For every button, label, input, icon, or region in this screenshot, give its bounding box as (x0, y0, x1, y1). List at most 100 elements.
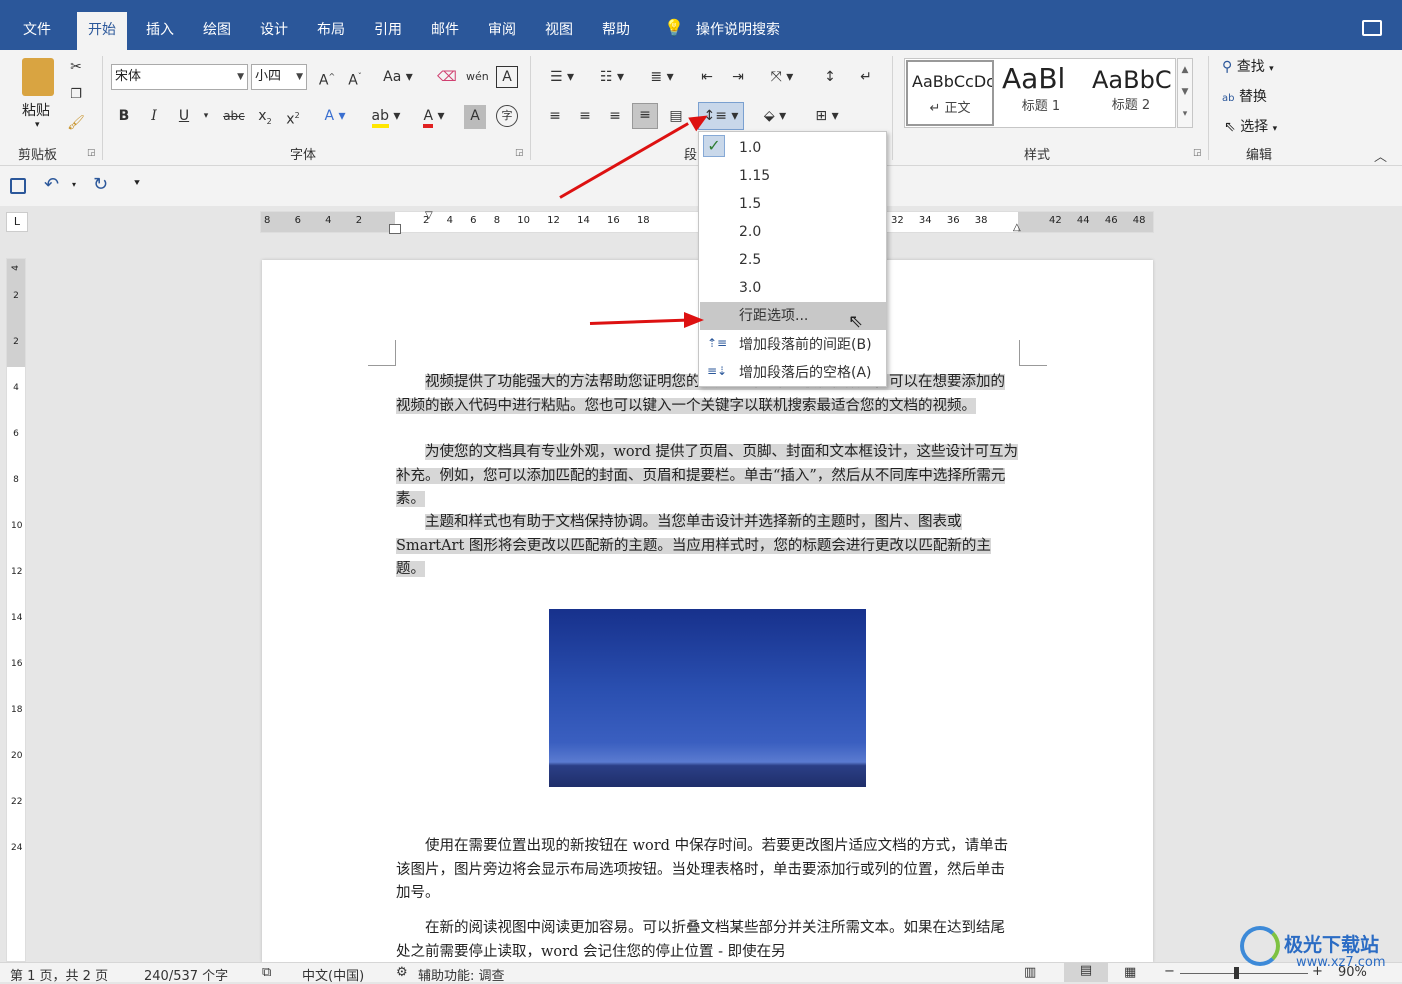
change-case-icon[interactable]: Aa ▾ (380, 66, 416, 90)
tab-file[interactable]: 文件 (12, 12, 62, 50)
ruler-tick: 32 (891, 215, 904, 226)
numbering-icon[interactable]: ☷ ▾ (592, 66, 632, 90)
undo-icon[interactable]: ↶ (44, 174, 59, 195)
comments-icon[interactable] (1362, 20, 1382, 36)
tab-review[interactable]: 审阅 (477, 12, 527, 50)
select-label: 选择 (1240, 119, 1269, 135)
tab-insert[interactable]: 插入 (135, 12, 185, 50)
bullets-icon[interactable]: ☰ ▾ (542, 66, 582, 90)
italic-icon[interactable]: I (144, 105, 164, 129)
character-shading-icon[interactable]: A (464, 105, 486, 129)
tab-draw[interactable]: 绘图 (192, 12, 242, 50)
replace-button[interactable]: ab 替换 (1222, 86, 1267, 106)
shading-icon[interactable]: ⬙ ▾ (754, 105, 796, 129)
line-spacing-option-1-0[interactable]: 1.0 (700, 134, 886, 162)
tab-design[interactable]: 设计 (249, 12, 299, 50)
increase-indent-icon[interactable]: ⇥ (726, 66, 750, 90)
proofing-icon[interactable]: ⧉ (262, 965, 271, 980)
tab-layout[interactable]: 布局 (306, 12, 356, 50)
zoom-slider[interactable] (1180, 973, 1308, 974)
clear-formatting-icon[interactable]: ⌫ (436, 66, 458, 90)
select-button[interactable]: ⇖ 选择 ▾ (1224, 116, 1277, 136)
line-spacing-option-2-5[interactable]: 2.5 (700, 246, 886, 274)
copy-icon[interactable]: ❐ (66, 84, 86, 108)
find-button[interactable]: ⚲ 查找 ▾ (1222, 56, 1274, 76)
style-heading1[interactable]: AaBl 标题 1 (998, 60, 1084, 126)
shrink-font-icon[interactable]: Aˇ (344, 66, 366, 90)
align-center-icon[interactable]: ≡ (574, 105, 596, 129)
subscript-icon[interactable]: x2 (254, 105, 276, 129)
add-space-before-item[interactable]: 增加段落前的间距(B) (700, 331, 886, 359)
style-normal[interactable]: AaBbCcDc ↵ 正文 (906, 60, 994, 126)
paragraph-3[interactable]: 主题和样式也有助于文档保持协调。当您单击设计并选择新的主题时，图片、图表或 Sm… (396, 511, 1019, 582)
tab-mailings[interactable]: 邮件 (420, 12, 470, 50)
page-count[interactable]: 第 1 页，共 2 页 (10, 965, 108, 984)
language-indicator[interactable]: 中文(中国) (302, 965, 364, 984)
paste-button[interactable]: 粘贴 (22, 100, 50, 120)
font-name-select[interactable]: 宋体 ▼ (111, 64, 248, 90)
tab-help[interactable]: 帮助 (591, 12, 641, 50)
paragraph-2[interactable]: 为使您的文档具有专业外观，word 提供了页眉、页脚、封面和文本框设计，这些设计… (396, 441, 1019, 512)
tab-references[interactable]: 引用 (363, 12, 413, 50)
font-launcher-icon[interactable]: ◲ (515, 148, 524, 158)
text-effects-icon[interactable]: A ▾ (320, 105, 350, 129)
customize-qat-icon[interactable]: ⯆ (133, 178, 141, 189)
grow-font-icon[interactable]: A^ (316, 66, 338, 90)
paste-icon[interactable] (22, 58, 54, 96)
styles-launcher-icon[interactable]: ◲ (1193, 148, 1202, 158)
line-spacing-option-1-5[interactable]: 1.5 (700, 190, 886, 218)
collapse-ribbon-icon[interactable]: ︿ (1374, 146, 1387, 165)
word-count[interactable]: 240/537 个字 (144, 965, 228, 984)
underline-icon[interactable]: U (174, 105, 194, 129)
borders-icon[interactable]: ⊞ ▾ (806, 105, 848, 129)
superscript-icon[interactable]: x2 (282, 105, 304, 129)
align-left-icon[interactable]: ≡ (544, 105, 566, 129)
chinese-layout-icon[interactable]: ⤧ ▾ (762, 66, 802, 90)
phonetic-guide-icon[interactable]: wén (466, 66, 489, 90)
tell-me-search[interactable]: 操作说明搜索 (685, 12, 791, 50)
chevron-down-icon[interactable]: ▾ (72, 180, 76, 189)
font-size-select[interactable]: 小四 ▼ (251, 64, 307, 90)
cut-icon[interactable]: ✂ (66, 56, 86, 80)
redo-icon[interactable]: ↻ (93, 174, 108, 195)
first-line-indent-marker[interactable]: ▽ (425, 210, 433, 221)
zoom-slider-thumb[interactable] (1234, 967, 1239, 979)
accessibility-status[interactable]: 辅助功能: 调查 (418, 965, 505, 984)
line-spacing-option-1-15[interactable]: 1.15 (700, 162, 886, 190)
style-heading2[interactable]: AaBbC 标题 2 (1088, 60, 1174, 126)
format-painter-icon[interactable]: 🖌 (66, 112, 86, 136)
night-sky-image[interactable] (549, 609, 866, 787)
font-color-icon[interactable]: A ▾ (414, 105, 454, 129)
align-right-icon[interactable]: ≡ (604, 105, 626, 129)
decrease-indent-icon[interactable]: ⇤ (695, 66, 719, 90)
print-layout-icon[interactable]: ▤ (1064, 963, 1108, 982)
styles-scroll[interactable]: ▲ ▼ ▾ (1177, 58, 1193, 128)
tab-view[interactable]: 视图 (534, 12, 584, 50)
justify-icon[interactable]: ≡ (632, 103, 658, 129)
paragraph-5[interactable]: 在新的阅读视图中阅读更加容易。可以折叠文档某些部分并关注所需文本。如果在达到结尾… (396, 917, 1019, 962)
tab-stop-selector[interactable]: L (6, 212, 28, 232)
paragraph-4[interactable]: 使用在需要位置出现的新按钮在 word 中保存时间。若要更改图片适应文档的方式，… (396, 835, 1019, 906)
read-mode-icon[interactable]: ▥ (1024, 965, 1036, 980)
highlight-color-icon[interactable]: ab ▾ (366, 105, 406, 129)
show-formatting-icon[interactable]: ↵ (854, 66, 878, 90)
clipboard-launcher-icon[interactable]: ◲ (87, 148, 96, 158)
line-spacing-option-3-0[interactable]: 3.0 (700, 274, 886, 302)
paste-chevron-icon[interactable]: ▾ (35, 120, 40, 130)
line-spacing-option-2-0[interactable]: 2.0 (700, 218, 886, 246)
zoom-out-icon[interactable]: − (1164, 964, 1175, 979)
multilevel-list-icon[interactable]: ≣ ▾ (642, 66, 682, 90)
left-indent-marker[interactable] (389, 224, 401, 234)
vertical-scrollbar[interactable] (1386, 206, 1402, 962)
enclose-characters-icon[interactable]: 字 (496, 105, 518, 127)
strikethrough-icon[interactable]: abc (220, 105, 248, 129)
sort-icon[interactable]: ↕ (818, 66, 842, 90)
right-indent-marker[interactable]: △ (1013, 222, 1021, 233)
add-space-after-item[interactable]: 增加段落后的空格(A) (700, 359, 886, 387)
character-border-icon[interactable]: A (496, 66, 518, 88)
chevron-down-icon[interactable]: ▾ (200, 105, 212, 129)
web-layout-icon[interactable]: ▦ (1124, 965, 1136, 980)
save-icon[interactable] (10, 178, 26, 194)
tab-home[interactable]: 开始 (77, 12, 127, 50)
bold-icon[interactable]: B (114, 105, 134, 129)
